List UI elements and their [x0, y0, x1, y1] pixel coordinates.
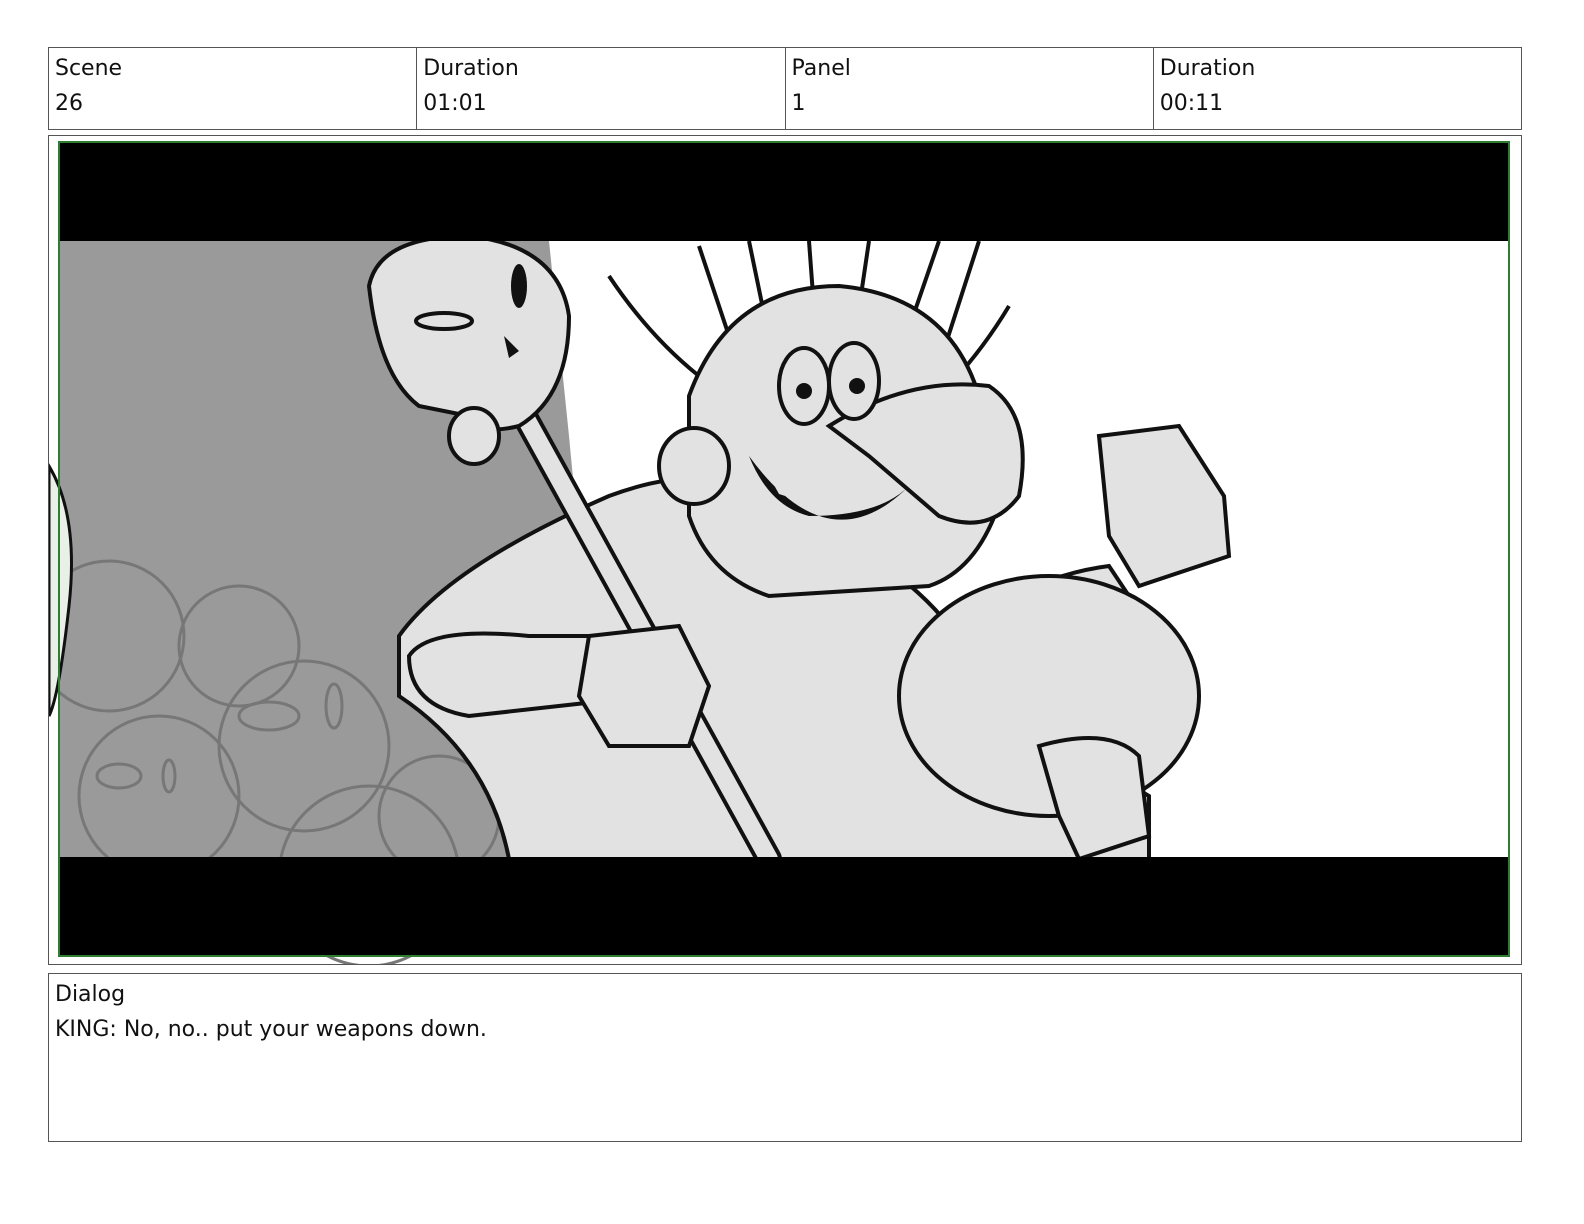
dialog-text: KING: No, no.. put your weapons down. — [55, 1017, 487, 1042]
dialog-box: Dialog KING: No, no.. put your weapons d… — [48, 973, 1522, 1142]
panel-value: 1 — [791, 91, 806, 116]
scene-value: 26 — [55, 91, 83, 116]
panel-label: Panel — [791, 56, 851, 81]
panel-duration-label: Duration — [1159, 56, 1256, 81]
scene-cell: Scene 26 — [49, 48, 418, 129]
letterbox-bottom — [59, 857, 1509, 956]
storyboard-sketch — [49, 141, 1510, 964]
letterbox-top — [59, 142, 1509, 241]
panel-info-header: Scene 26 Duration 01:01 Panel 1 Duration… — [48, 47, 1522, 130]
panel-duration-cell: Duration 00:11 — [1154, 48, 1521, 129]
dialog-label: Dialog — [55, 982, 126, 1007]
king-left-hand — [576, 623, 712, 748]
scene-label: Scene — [55, 56, 123, 81]
storyboard-frame — [48, 135, 1522, 965]
scene-duration-label: Duration — [423, 56, 519, 81]
panel-cell: Panel 1 — [786, 48, 1154, 129]
panel-duration-value: 00:11 — [1159, 91, 1224, 116]
king-ear — [657, 426, 731, 506]
scene-duration-value: 01:01 — [423, 91, 487, 116]
scene-duration-cell: Duration 01:01 — [417, 48, 786, 129]
